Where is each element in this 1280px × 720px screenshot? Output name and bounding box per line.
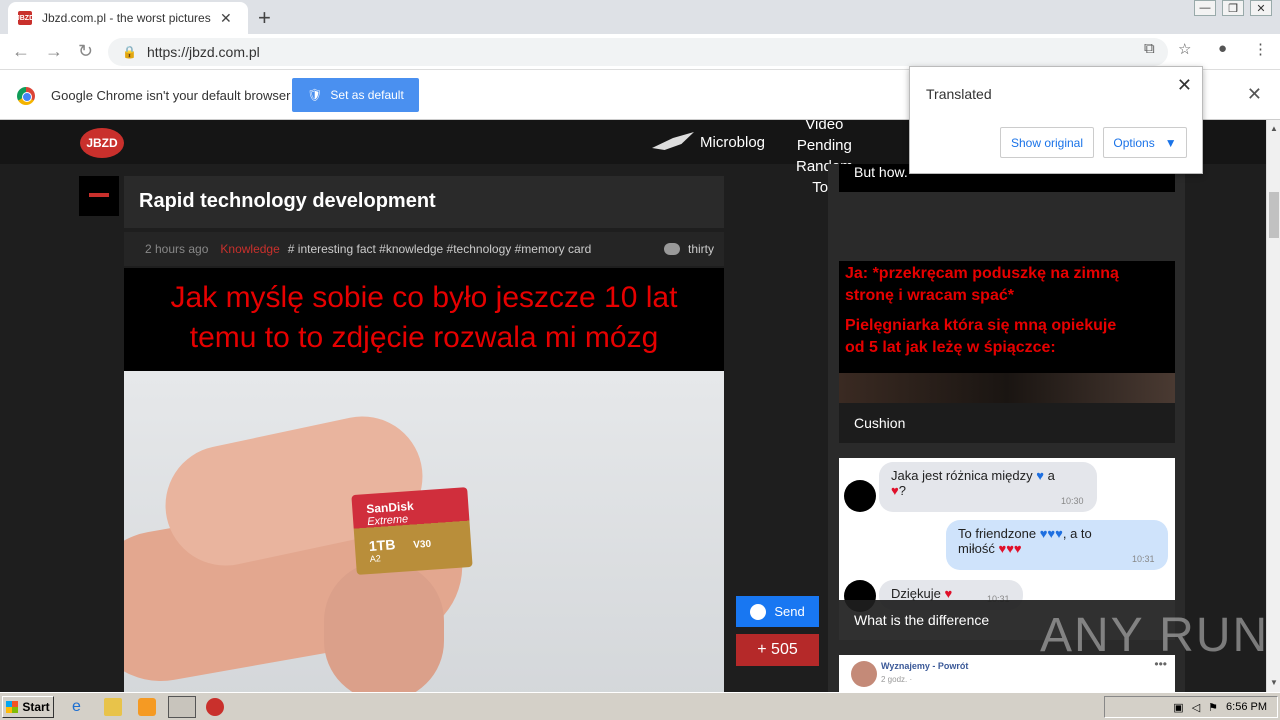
microblog-bird-icon (652, 132, 694, 150)
fb-post-time: 2 godz. · (881, 675, 913, 684)
browser-tab[interactable]: JBZD Jbzd.com.pl - the worst pictures on… (8, 2, 248, 34)
vote-button[interactable]: + 505 (736, 634, 819, 666)
set-default-button[interactable]: 🛡 Set as default (292, 78, 419, 112)
chat-time-2: 10:31 (1132, 554, 1155, 564)
scroll-up-icon[interactable]: ▲ (1270, 124, 1278, 133)
url-text: https://jbzd.com.pl (146, 44, 260, 60)
chat-avatar (844, 480, 876, 512)
translate-icon[interactable]: ⧉ (1144, 40, 1155, 57)
chrome-taskbar-button[interactable] (168, 696, 196, 718)
card-v-rating: V30 (412, 538, 432, 551)
card-capacity: 1TB (368, 536, 396, 555)
site-favicon-icon: JBZD (16, 11, 34, 25)
nav-pending[interactable]: Pending (796, 135, 853, 156)
image-caption: Jak myślę sobie co było jeszcze 10 lat t… (124, 278, 724, 358)
sd-card: SanDisk Extreme 1TB V30 A2 (351, 487, 473, 575)
clock: 6:56 PM (1226, 701, 1267, 713)
caption-line-1: Jak myślę sobie co było jeszcze 10 lat (170, 281, 678, 314)
menu-icon[interactable]: ⋮ (1253, 40, 1268, 58)
lock-icon: 🔒 (122, 45, 137, 59)
tab-strip: JBZD Jbzd.com.pl - the worst pictures on… (0, 0, 1280, 34)
translate-close-icon[interactable]: ✕ (1177, 75, 1192, 96)
shield-icon: 🛡 (307, 88, 323, 102)
windows-flag-icon (6, 701, 19, 713)
restore-button[interactable]: ❐ (1222, 0, 1244, 16)
nav-microblog[interactable]: Microblog (652, 132, 765, 152)
post-tags[interactable]: # interesting fact #knowledge #technolog… (288, 242, 592, 256)
system-tray: ▣ ◁ ⚑ 6:56 PM (1104, 696, 1278, 718)
toolbar: ← → ↻ 🔒 https://jbzd.com.pl ⧉ ☆ ● ⋮ (0, 34, 1280, 70)
microblog-label: Microblog (700, 133, 766, 151)
web-page: JBZD Microblog Video Pending Random Top … (0, 120, 1266, 692)
chrome-logo-icon (17, 87, 35, 105)
infobar-message: Google Chrome isn't your default browser (51, 88, 291, 103)
forward-icon[interactable]: → (45, 41, 63, 62)
taskbar: Start e ▣ ◁ ⚑ 6:56 PM (0, 692, 1280, 720)
nav-video[interactable]: Video (796, 120, 853, 135)
card1-image (839, 373, 1175, 403)
folder-icon[interactable] (104, 698, 122, 716)
site-logo[interactable]: JBZD (80, 128, 124, 158)
sidebar-card-cushion[interactable]: Ja: *przekręcam poduszkę na zimną stronę… (839, 261, 1175, 443)
set-default-label: Set as default (330, 88, 404, 102)
flag-icon[interactable]: ⚑ (1208, 701, 1218, 714)
translate-options-button[interactable]: Options ▼ (1103, 127, 1187, 158)
opera-icon[interactable] (206, 698, 224, 716)
ie-icon[interactable]: e (72, 698, 90, 716)
page-scrollbar[interactable]: ▲ ▼ (1266, 120, 1280, 692)
comments-link[interactable]: thirty (663, 242, 714, 256)
chevron-down-icon: ▼ (1164, 135, 1177, 150)
media-player-icon[interactable] (138, 698, 156, 716)
volume-icon[interactable]: ◁ (1192, 701, 1200, 714)
chat-time-1: 10:30 (1061, 496, 1084, 506)
send-label: Send (774, 604, 805, 619)
anyrun-watermark: ANY RUN (1040, 609, 1270, 662)
fb-avatar (851, 661, 877, 687)
new-tab-button[interactable]: + (258, 5, 271, 31)
bookmark-star-icon[interactable]: ☆ (1178, 40, 1191, 58)
finger-tip-shape (324, 561, 444, 692)
post-image[interactable]: Jak myślę sobie co było jeszcze 10 lat t… (124, 268, 724, 692)
messenger-send-button[interactable]: Send (736, 596, 819, 627)
infobar-close-icon[interactable]: ✕ (1247, 84, 1262, 105)
tab-close-icon[interactable]: ✕ (220, 10, 232, 27)
post-time: 2 hours ago (145, 242, 209, 256)
comment-bubble-icon (663, 243, 680, 255)
post-title[interactable]: Rapid technology development (124, 176, 724, 228)
start-label: Start (22, 700, 50, 714)
caption-line-2: temu to to zdjęcie rozwala mi mózg (189, 321, 659, 354)
scroll-thumb[interactable] (1269, 192, 1279, 238)
post-meta: 2 hours ago Knowledge # interesting fact… (124, 232, 724, 266)
card1-text: Ja: *przekręcam poduszkę na zimną stronę… (845, 265, 1119, 356)
back-icon[interactable]: ← (12, 41, 30, 62)
show-original-button[interactable]: Show original (1000, 127, 1094, 158)
start-button[interactable]: Start (2, 696, 54, 718)
translate-title: Translated (926, 86, 992, 102)
scroll-down-icon[interactable]: ▼ (1270, 678, 1278, 687)
post-category[interactable]: Knowledge (220, 242, 279, 256)
window-close-button[interactable]: ✕ (1250, 0, 1272, 16)
window-controls: — ❐ ✕ (1194, 0, 1272, 16)
fb-page-name: Wyznajemy - Powrót (881, 661, 969, 671)
profile-icon[interactable]: ● (1218, 40, 1227, 57)
comments-count: thirty (687, 242, 714, 256)
messenger-icon (750, 603, 767, 620)
minimize-button[interactable]: — (1194, 0, 1216, 16)
options-label: Options (1113, 135, 1155, 150)
translate-popup: Translated ✕ Show original Options ▼ (909, 66, 1203, 174)
address-bar[interactable]: 🔒 https://jbzd.com.pl (108, 38, 1168, 66)
reload-icon[interactable]: ↻ (78, 41, 93, 62)
memory-card-photo: SanDisk Extreme 1TB V30 A2 (124, 371, 724, 692)
card1-label: Cushion (839, 403, 1175, 443)
network-icon[interactable]: ▣ (1173, 701, 1183, 714)
author-avatar[interactable] (79, 176, 119, 216)
tab-title: Jbzd.com.pl - the worst pictures on I (42, 11, 214, 25)
